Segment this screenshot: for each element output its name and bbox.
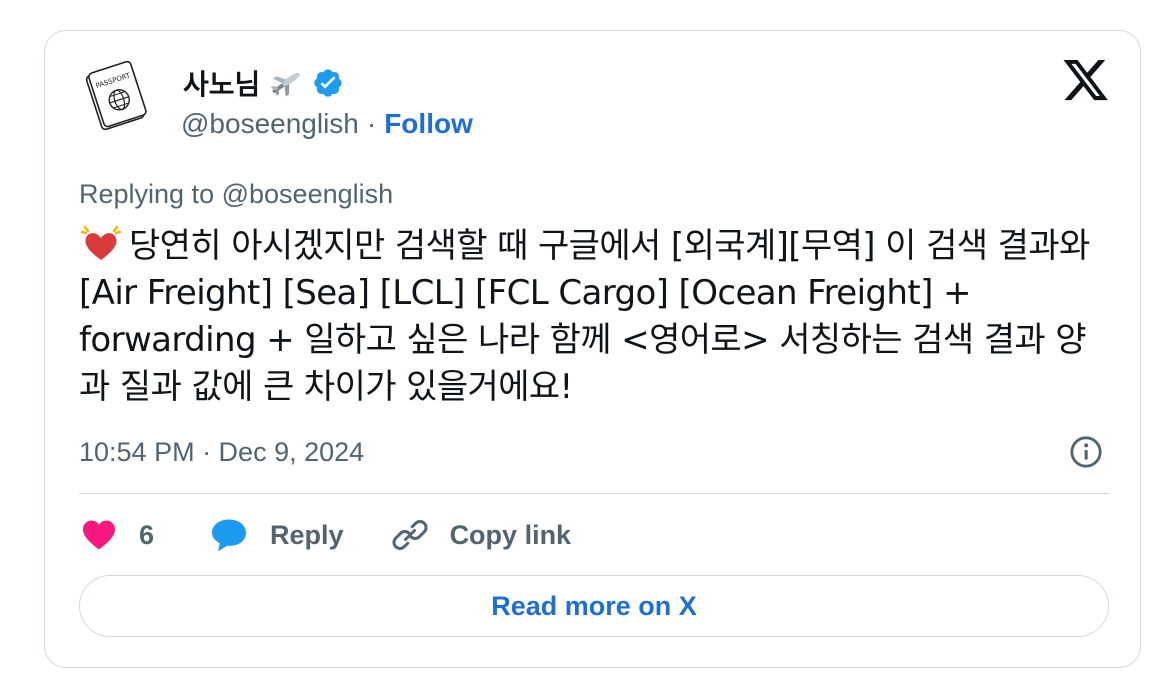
action-bar: 6 Reply Copy link [81, 515, 571, 555]
like-count: 6 [139, 519, 155, 550]
author-display-name[interactable]: 사노님 [183, 63, 260, 103]
passport-icon: PASSPORT [79, 56, 157, 134]
like-heart-icon [83, 520, 115, 550]
info-icon[interactable] [1069, 435, 1103, 469]
avatar[interactable]: PASSPORT [79, 56, 157, 134]
copy-link-button[interactable]: Copy link [392, 517, 572, 553]
tweet-body: 당연히 아시겠지만 검색할 때 구글에서 [외국계][무역] 이 검색 결과와 … [79, 223, 1109, 411]
heart-icon [80, 225, 122, 260]
replying-to-line: Replying to @boseenglish [79, 179, 393, 210]
link-icon [392, 520, 428, 550]
follow-button[interactable]: Follow [384, 108, 473, 140]
author-handle-row: @boseenglish · Follow [181, 108, 473, 140]
x-logo-icon[interactable] [1062, 59, 1110, 103]
author-name-row: 사노님 [183, 65, 344, 101]
tweet-card: PASSPORT 사노님 @boseenglish · Follow Reply… [44, 30, 1141, 668]
verified-badge-icon [314, 69, 342, 97]
airplane-icon [271, 72, 300, 97]
divider [79, 493, 1109, 494]
copy-link-label: Copy link [449, 519, 572, 550]
tweet-timestamp[interactable]: 10:54 PM · Dec 9, 2024 [79, 437, 364, 468]
reply-label: Reply [270, 519, 344, 550]
author-handle[interactable]: @boseenglish [181, 108, 359, 140]
replying-prefix: Replying to [79, 179, 215, 209]
tweet-text: 당연히 아시겠지만 검색할 때 구글에서 [외국계][무역] 이 검색 결과와 … [79, 226, 1090, 407]
replying-handle[interactable]: @boseenglish [222, 179, 394, 209]
like-button[interactable]: 6 [81, 519, 154, 551]
handle-separator: · [366, 108, 377, 139]
read-more-button[interactable]: Read more on X [79, 575, 1109, 637]
reply-button[interactable]: Reply [210, 518, 344, 552]
reply-bubble-icon [212, 519, 247, 552]
